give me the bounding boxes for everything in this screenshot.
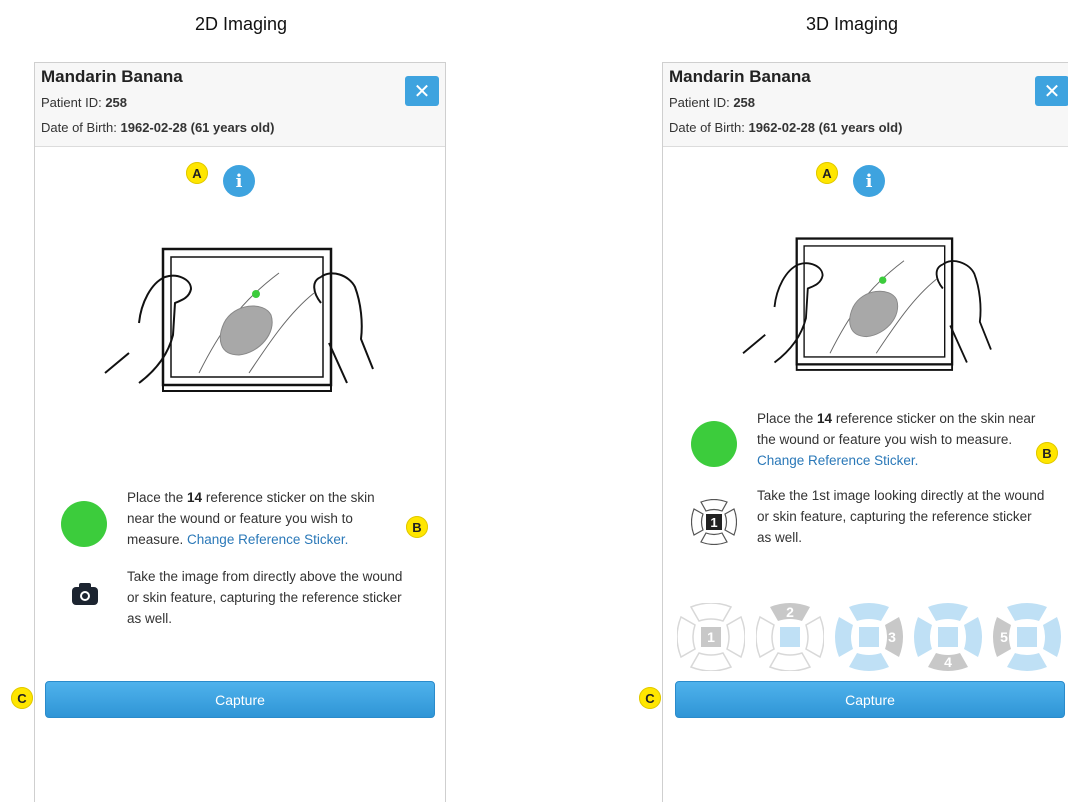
capture-step-petal [756,615,775,659]
sticker-number: 14 [817,411,833,426]
patient-dob-value: 1962-02-28 (61 years old) [748,120,903,135]
tablet-illustration [104,247,374,392]
marker-c: C [11,687,33,709]
patient-id-label: Patient ID: [41,95,102,110]
close-icon: ✕ [413,79,431,103]
panel-3d-imaging: Mandarin Banana Patient ID: 258 Date of … [639,62,1068,802]
capture-instruction: Take the image from directly above the w… [127,569,403,626]
capture-step-5-icon: 5 [993,603,1061,671]
marker-b: B [406,516,428,538]
capture-step-petal [835,617,853,657]
capture-step-number: 5 [1000,629,1008,645]
capture-button[interactable]: Capture [45,681,435,718]
capture-step-center [1017,627,1037,647]
capture-step-petal [1007,653,1047,671]
capture-step-petal [1007,603,1047,621]
camera-icon [72,583,98,605]
capture-angle-icon: 1 [691,499,737,545]
section-title-2d: 2D Imaging [194,14,288,34]
marker-b: B [1036,442,1058,464]
patient-dob-label: Date of Birth: [41,120,117,135]
capture-step-number: 3 [888,629,896,645]
capture-step-petal [805,615,824,659]
info-icon: i [865,170,873,192]
info-button[interactable]: i [223,165,255,197]
capture-step-petal [849,603,889,621]
capture-step-number: 2 [786,604,794,620]
capture-instruction: Take the 1st image looking directly at t… [757,488,1045,545]
capture-step-petal [914,617,932,657]
capture-step-center [780,627,800,647]
patient-name: Mandarin Banana [41,67,183,86]
capture-step-petal [1043,617,1061,657]
green-reference-sticker [61,501,107,547]
capture-step-petal [849,653,889,671]
tablet-illustration [742,237,992,371]
patient-id-value: 258 [105,95,128,110]
marker-c: C [639,687,661,709]
patient-dob-value: 1962-02-28 (61 years old) [120,120,275,135]
capture-step-petal [689,603,733,622]
sticker-instruction: Place the 14 reference sticker on the sk… [127,487,397,550]
capture-step-petal [689,652,733,671]
capture-step-petal [726,615,745,659]
sticker-number: 14 [187,490,203,505]
section-title-3d: 3D Imaging [805,14,899,34]
patient-id-line: Patient ID: 258 [41,95,127,110]
patient-dob-line: Date of Birth: 1962-02-28 (61 years old) [41,120,274,135]
patient-name: Mandarin Banana [669,67,811,86]
green-reference-sticker [691,421,737,467]
marker-a: A [816,162,838,184]
capture-step-petal [928,603,968,621]
capture-step-center [859,627,879,647]
patient-header: Mandarin Banana Patient ID: 258 Date of … [35,63,445,147]
capture-step-3-icon: 3 [835,603,903,671]
patient-dob-label: Date of Birth: [669,120,745,135]
close-button[interactable]: ✕ [1035,76,1068,106]
patient-id-value: 258 [733,95,756,110]
change-reference-sticker-link[interactable]: Change Reference Sticker. [187,532,348,547]
capture-step-number: 4 [944,654,952,670]
capture-step-4-icon: 4 [914,603,982,671]
capture-step-1-icon: 1 [677,603,745,671]
marker-a: A [186,162,208,184]
capture-button[interactable]: Capture [675,681,1065,718]
capture-step-number: 1 [707,629,715,645]
current-step-number: 1 [710,515,717,530]
capture-step-2-icon: 2 [756,603,824,671]
panel-2d-imaging: Mandarin Banana Patient ID: 258 Date of … [11,62,446,802]
sticker-instruction: Place the 14 reference sticker on the sk… [757,408,1047,471]
patient-header: Mandarin Banana Patient ID: 258 Date of … [663,63,1068,147]
capture-step-petal [768,652,812,671]
capture-step-center [938,627,958,647]
capture-step-petal [677,615,696,659]
capture-step-petal [964,617,982,657]
close-button[interactable]: ✕ [405,76,439,106]
patient-id-line: Patient ID: 258 [669,95,755,110]
patient-id-label: Patient ID: [669,95,730,110]
sticker-instruction-pre: Place the [757,411,818,426]
info-icon: i [235,170,243,192]
change-reference-sticker-link[interactable]: Change Reference Sticker. [757,453,918,468]
sticker-instruction-pre: Place the [127,490,188,505]
close-icon: ✕ [1043,79,1061,103]
patient-dob-line: Date of Birth: 1962-02-28 (61 years old) [669,120,902,135]
info-button[interactable]: i [853,165,885,197]
